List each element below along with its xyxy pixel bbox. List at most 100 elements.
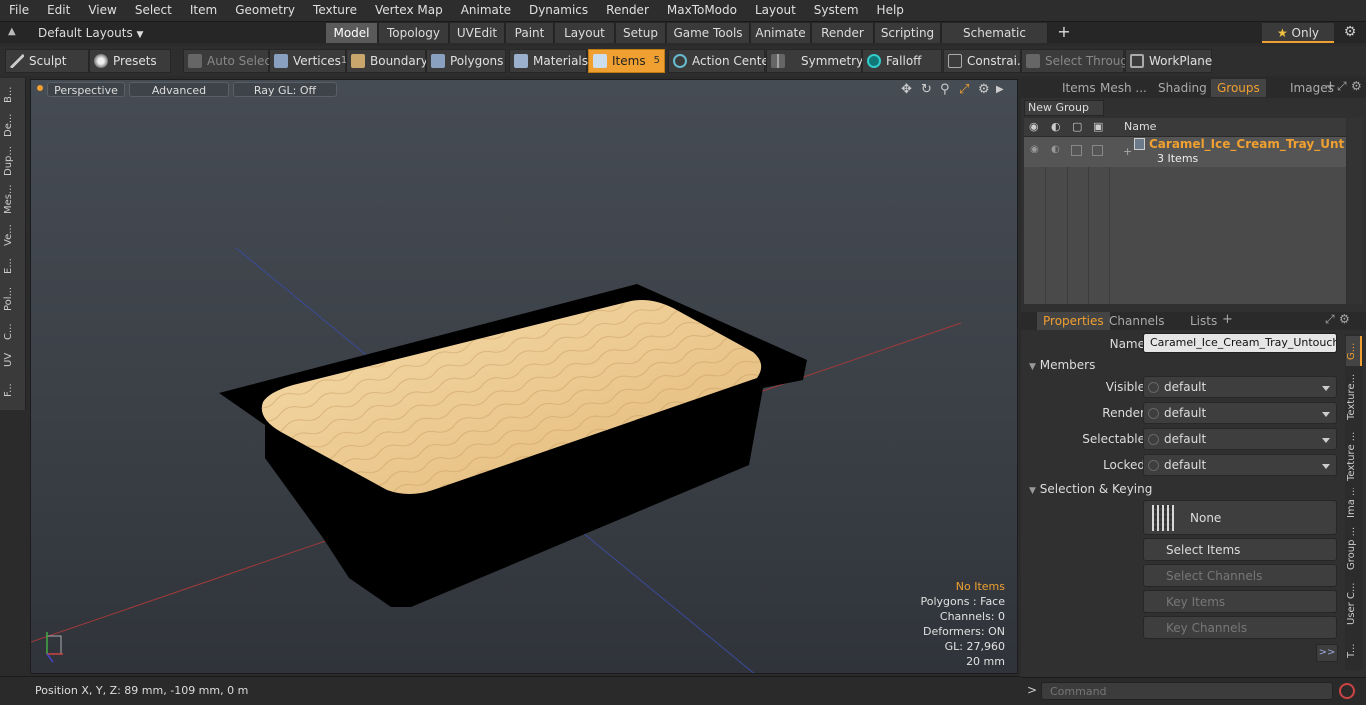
viewport-dot-icon[interactable] — [37, 85, 43, 91]
add-tab-icon[interactable]: + — [1054, 22, 1074, 42]
advanced-button[interactable]: Advanced — [129, 82, 229, 97]
properties-gear-icon[interactable]: ⚙ — [1339, 312, 1350, 326]
key-channels-button[interactable]: Key Channels — [1143, 616, 1337, 639]
menu-help[interactable]: Help — [868, 0, 913, 21]
none-button[interactable]: None — [1143, 500, 1337, 535]
select-channels-button[interactable]: Select Channels — [1143, 564, 1337, 587]
row-render-icon[interactable]: ◐ — [1051, 144, 1060, 155]
default-layouts-dropdown[interactable]: Default Layouts ▼ — [38, 24, 143, 44]
right-tab-user-channels[interactable]: User C... — [1346, 578, 1362, 630]
tab-schematic-fusion[interactable]: Schematic Fusion — [942, 23, 1048, 60]
tab-properties[interactable]: Properties — [1037, 312, 1110, 330]
row-lock-checkbox[interactable] — [1071, 145, 1082, 156]
tab-game-tools[interactable]: Game Tools — [667, 23, 750, 43]
left-tab-duplicate[interactable]: Dup... — [3, 144, 23, 178]
tab-layout[interactable]: Layout — [555, 23, 615, 43]
left-tab-curve[interactable]: C... — [3, 320, 23, 344]
group-row[interactable]: ◉ ◐ + Caramel_Ice_Cream_Tray_Unto... 3 I… — [1024, 137, 1346, 167]
rotate-icon[interactable]: ↻ — [921, 82, 935, 98]
right-tab-texture-1[interactable]: Texture... — [1346, 370, 1362, 424]
layout-up-icon[interactable]: ▲ — [8, 26, 20, 38]
render-header-icon[interactable]: ◐ — [1051, 120, 1061, 133]
select-items-button[interactable]: Select Items — [1143, 538, 1337, 561]
menu-edit[interactable]: Edit — [38, 0, 79, 21]
constraints-button[interactable]: Constrai... — [943, 49, 1028, 73]
lock-header-icon[interactable]: ▢ — [1072, 120, 1082, 133]
key-items-button[interactable]: Key Items — [1143, 590, 1337, 613]
menu-geometry[interactable]: Geometry — [226, 0, 304, 21]
left-tab-polygon[interactable]: Pol... — [3, 282, 23, 316]
falloff-button[interactable]: Falloff — [862, 49, 942, 73]
new-group-button[interactable]: New Group — [1024, 100, 1104, 116]
menu-layout[interactable]: Layout — [746, 0, 805, 21]
add-panel-tab-icon[interactable]: + — [1325, 79, 1336, 94]
add-properties-tab-icon[interactable]: + — [1222, 312, 1233, 327]
selectable-dropdown[interactable]: default — [1143, 428, 1337, 450]
tab-paint[interactable]: Paint — [506, 23, 554, 43]
gear-icon[interactable]: ⚙ — [1340, 22, 1360, 42]
left-tab-fusion[interactable]: F... — [3, 376, 23, 404]
select-through-button[interactable]: Select Through — [1021, 49, 1136, 73]
right-tab-t[interactable]: T... — [1346, 634, 1362, 668]
row-select-checkbox[interactable] — [1092, 145, 1103, 156]
viewport-gear-icon[interactable]: ⚙ — [978, 82, 992, 98]
tab-animate[interactable]: Animate — [751, 23, 811, 43]
menu-file[interactable]: File — [0, 0, 38, 21]
tab-render[interactable]: Render — [812, 23, 874, 43]
tab-setup[interactable]: Setup — [616, 23, 666, 43]
only-button[interactable]: ★ Only — [1262, 23, 1334, 43]
left-tab-vertex[interactable]: Ve... — [3, 220, 23, 250]
menu-render[interactable]: Render — [597, 0, 658, 21]
name-field[interactable]: Caramel_Ice_Cream_Tray_Untouched — [1143, 333, 1337, 353]
menu-dynamics[interactable]: Dynamics — [520, 0, 597, 21]
zoom-icon[interactable]: ⚲ — [940, 82, 954, 98]
tab-topology[interactable]: Topology — [379, 23, 449, 43]
left-tab-uv[interactable]: UV — [3, 348, 23, 372]
tab-model[interactable]: Model — [326, 23, 378, 43]
left-tab-edge[interactable]: E... — [3, 254, 23, 278]
vertices-button[interactable]: Vertices 1 — [269, 49, 347, 73]
visible-dropdown[interactable]: default — [1143, 376, 1337, 398]
auto-select-button[interactable]: Auto Select — [183, 49, 276, 73]
selection-keying-section[interactable]: ▼ Selection & Keying — [1029, 482, 1152, 496]
materials-button[interactable]: Materials — [509, 49, 588, 73]
record-icon[interactable] — [1339, 683, 1355, 699]
move-icon[interactable]: ✥ — [901, 82, 915, 98]
menu-vertex-map[interactable]: Vertex Map — [366, 0, 452, 21]
boundary-button[interactable]: Boundary — [346, 49, 428, 73]
expand-icon[interactable]: ⤢ — [1337, 79, 1347, 94]
menu-view[interactable]: View — [79, 0, 125, 21]
maximize-icon[interactable]: ⤢ — [959, 82, 973, 98]
members-section[interactable]: ▼ Members — [1029, 358, 1095, 372]
right-tab-group-2[interactable]: Group ... — [1346, 522, 1362, 574]
right-tab-texture-2[interactable]: Texture ... — [1346, 428, 1362, 484]
command-input[interactable] — [1041, 682, 1333, 700]
action-center-button[interactable]: Action Center — [668, 49, 774, 73]
menu-select[interactable]: Select — [126, 0, 181, 21]
locked-dropdown[interactable]: default — [1143, 454, 1337, 476]
menu-item[interactable]: Item — [181, 0, 226, 21]
expand-more-button[interactable]: >> — [1316, 644, 1338, 662]
visibility-header-icon[interactable]: ◉ — [1029, 120, 1039, 133]
expand-plus-icon[interactable]: + — [1123, 145, 1132, 158]
right-tab-image[interactable]: Ima ... — [1346, 488, 1362, 518]
tab-scripting[interactable]: Scripting — [875, 23, 941, 43]
viewport-more-icon[interactable]: ▶ — [996, 82, 1006, 98]
groups-scrollbar[interactable] — [1347, 118, 1363, 304]
menu-maxtomodo[interactable]: MaxToModo — [658, 0, 746, 21]
render-dropdown[interactable]: default — [1143, 402, 1337, 424]
left-tab-mesh[interactable]: Mes... — [3, 182, 23, 216]
workplane-button[interactable]: WorkPlane — [1125, 49, 1212, 73]
tab-groups[interactable]: Groups — [1211, 79, 1266, 97]
menu-animate[interactable]: Animate — [452, 0, 520, 21]
raygl-button[interactable]: Ray GL: Off — [233, 82, 337, 97]
polygons-button[interactable]: Polygons — [426, 49, 506, 73]
left-tab-deform[interactable]: De... — [3, 110, 23, 140]
tab-channels[interactable]: Channels — [1103, 312, 1171, 330]
tab-shading[interactable]: Shading — [1152, 79, 1213, 97]
3d-viewport[interactable]: Perspective Advanced Ray GL: Off ✥ ↻ ⚲ ⤢… — [30, 79, 1018, 674]
left-tab-basic[interactable]: B... — [3, 82, 23, 108]
menu-texture[interactable]: Texture — [304, 0, 366, 21]
panel-gear-icon[interactable]: ⚙ — [1351, 79, 1362, 93]
row-eye-icon[interactable]: ◉ — [1030, 144, 1039, 155]
